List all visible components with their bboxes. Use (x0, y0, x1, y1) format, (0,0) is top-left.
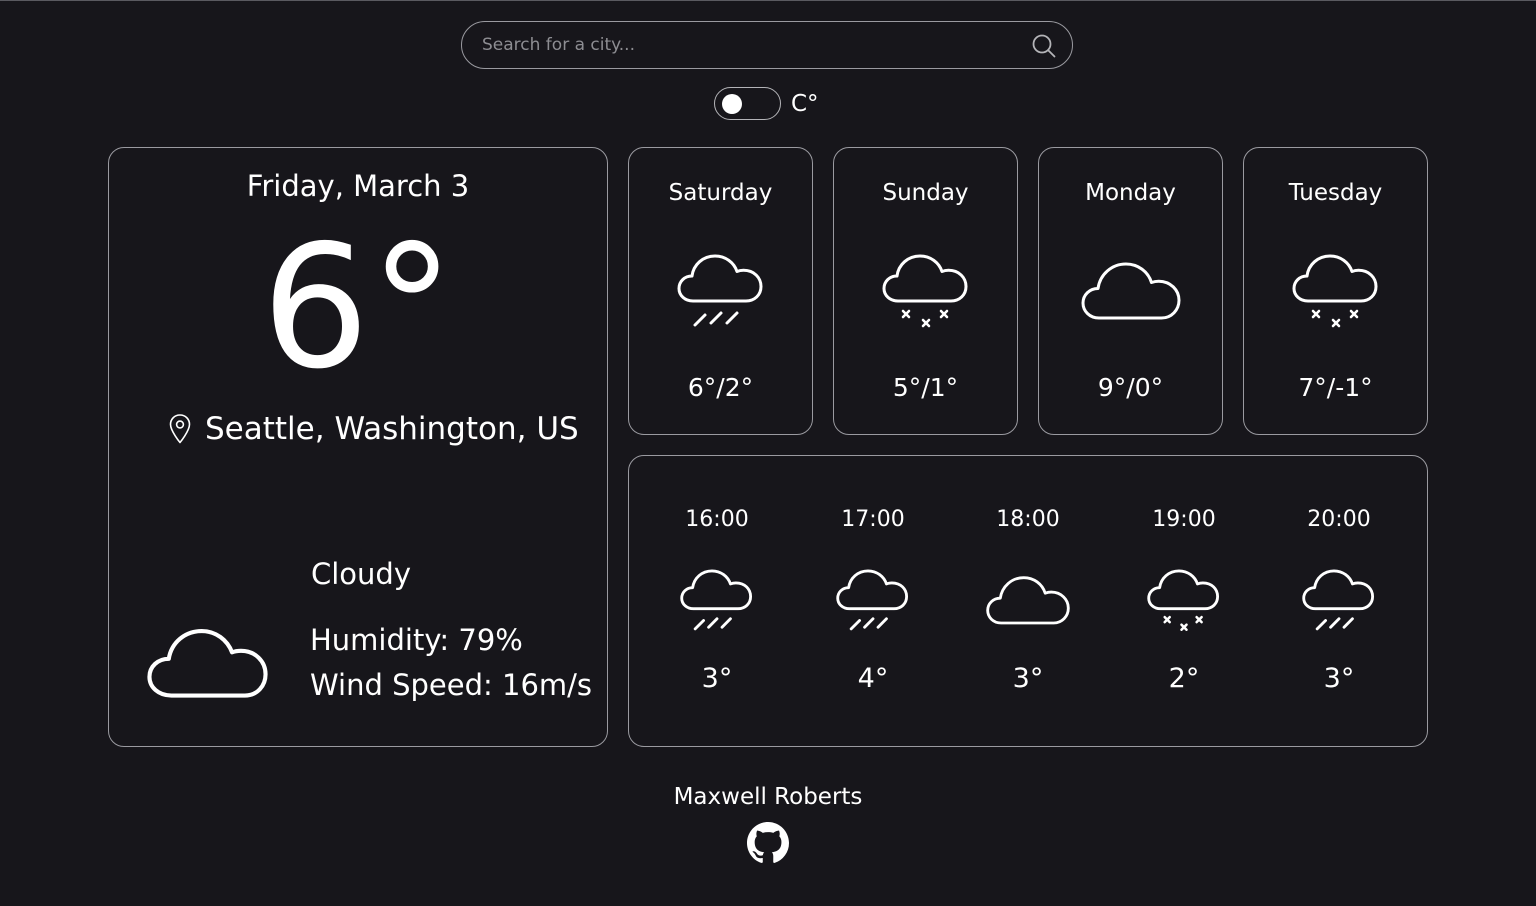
location-label: Seattle, Washington, US (205, 411, 579, 447)
day-temperature-range: 5°/1° (892, 373, 959, 402)
day-card-tuesday: Tuesday 7°/-1° (1243, 147, 1428, 435)
author-name: Maxwell Roberts (673, 784, 863, 810)
hour-time: 17:00 (841, 507, 905, 532)
search-icon[interactable] (1031, 33, 1057, 59)
search-input[interactable] (482, 22, 1022, 68)
cloud-rain-icon (677, 254, 763, 327)
hour-temperature: 2° (1168, 663, 1200, 694)
humidity-label: Humidity: 79% (310, 623, 523, 657)
hour-temperature: 3° (1012, 663, 1044, 694)
hour-time: 19:00 (1152, 507, 1216, 532)
cloud-snow-icon (1292, 254, 1378, 328)
toggle-knob (722, 94, 742, 114)
hour-temperature: 3° (701, 663, 733, 694)
hour-item-1800: 18:00 3° (968, 456, 1088, 746)
day-temperature-range: 7°/-1° (1298, 373, 1373, 402)
current-date: Friday, March 3 (246, 169, 470, 203)
hour-temperature: 4° (857, 663, 889, 694)
cloud-snow-icon (882, 254, 968, 328)
current-temperature: 6° (261, 209, 455, 407)
day-card-saturday: Saturday 6°/2° (628, 147, 813, 435)
hour-time: 20:00 (1307, 507, 1371, 532)
unit-toggle[interactable] (714, 87, 781, 120)
day-name: Monday (1085, 180, 1176, 206)
hour-item-2000: 20:00 3° (1279, 456, 1399, 746)
day-temperature-range: 6°/2° (687, 373, 754, 402)
hour-item-1600: 16:00 3° (657, 456, 777, 746)
unit-label: C° (791, 91, 819, 117)
cloud-rain-icon (680, 569, 753, 631)
day-name: Saturday (668, 180, 773, 206)
day-temperature-range: 9°/0° (1097, 373, 1164, 402)
github-icon[interactable] (747, 822, 789, 864)
day-name: Tuesday (1288, 180, 1383, 206)
day-card-sunday: Sunday 5°/1° (833, 147, 1018, 435)
cloud-icon (986, 576, 1070, 625)
hour-temperature: 3° (1323, 663, 1355, 694)
wind-speed-label: Wind Speed: 16m/s (310, 668, 593, 702)
cloud-icon (1081, 262, 1181, 320)
top-divider (0, 0, 1536, 1)
cloud-snow-icon (1147, 569, 1220, 631)
hour-time: 18:00 (996, 507, 1060, 532)
day-card-monday: Monday 9°/0° (1038, 147, 1223, 435)
location-pin-icon (169, 414, 191, 444)
hour-item-1900: 19:00 2° (1124, 456, 1244, 746)
hourly-forecast-card: 16:00 3° 17:00 4° 18:00 3° 19:00 2° 20:0… (628, 455, 1428, 747)
cloud-rain-icon (836, 569, 909, 631)
search-bar (461, 21, 1073, 69)
hour-time: 16:00 (685, 507, 749, 532)
cloud-icon (147, 628, 268, 698)
cloud-rain-icon (1302, 569, 1375, 631)
hour-item-1700: 17:00 4° (813, 456, 933, 746)
condition-label: Cloudy (311, 557, 411, 591)
day-name: Sunday (882, 180, 969, 206)
